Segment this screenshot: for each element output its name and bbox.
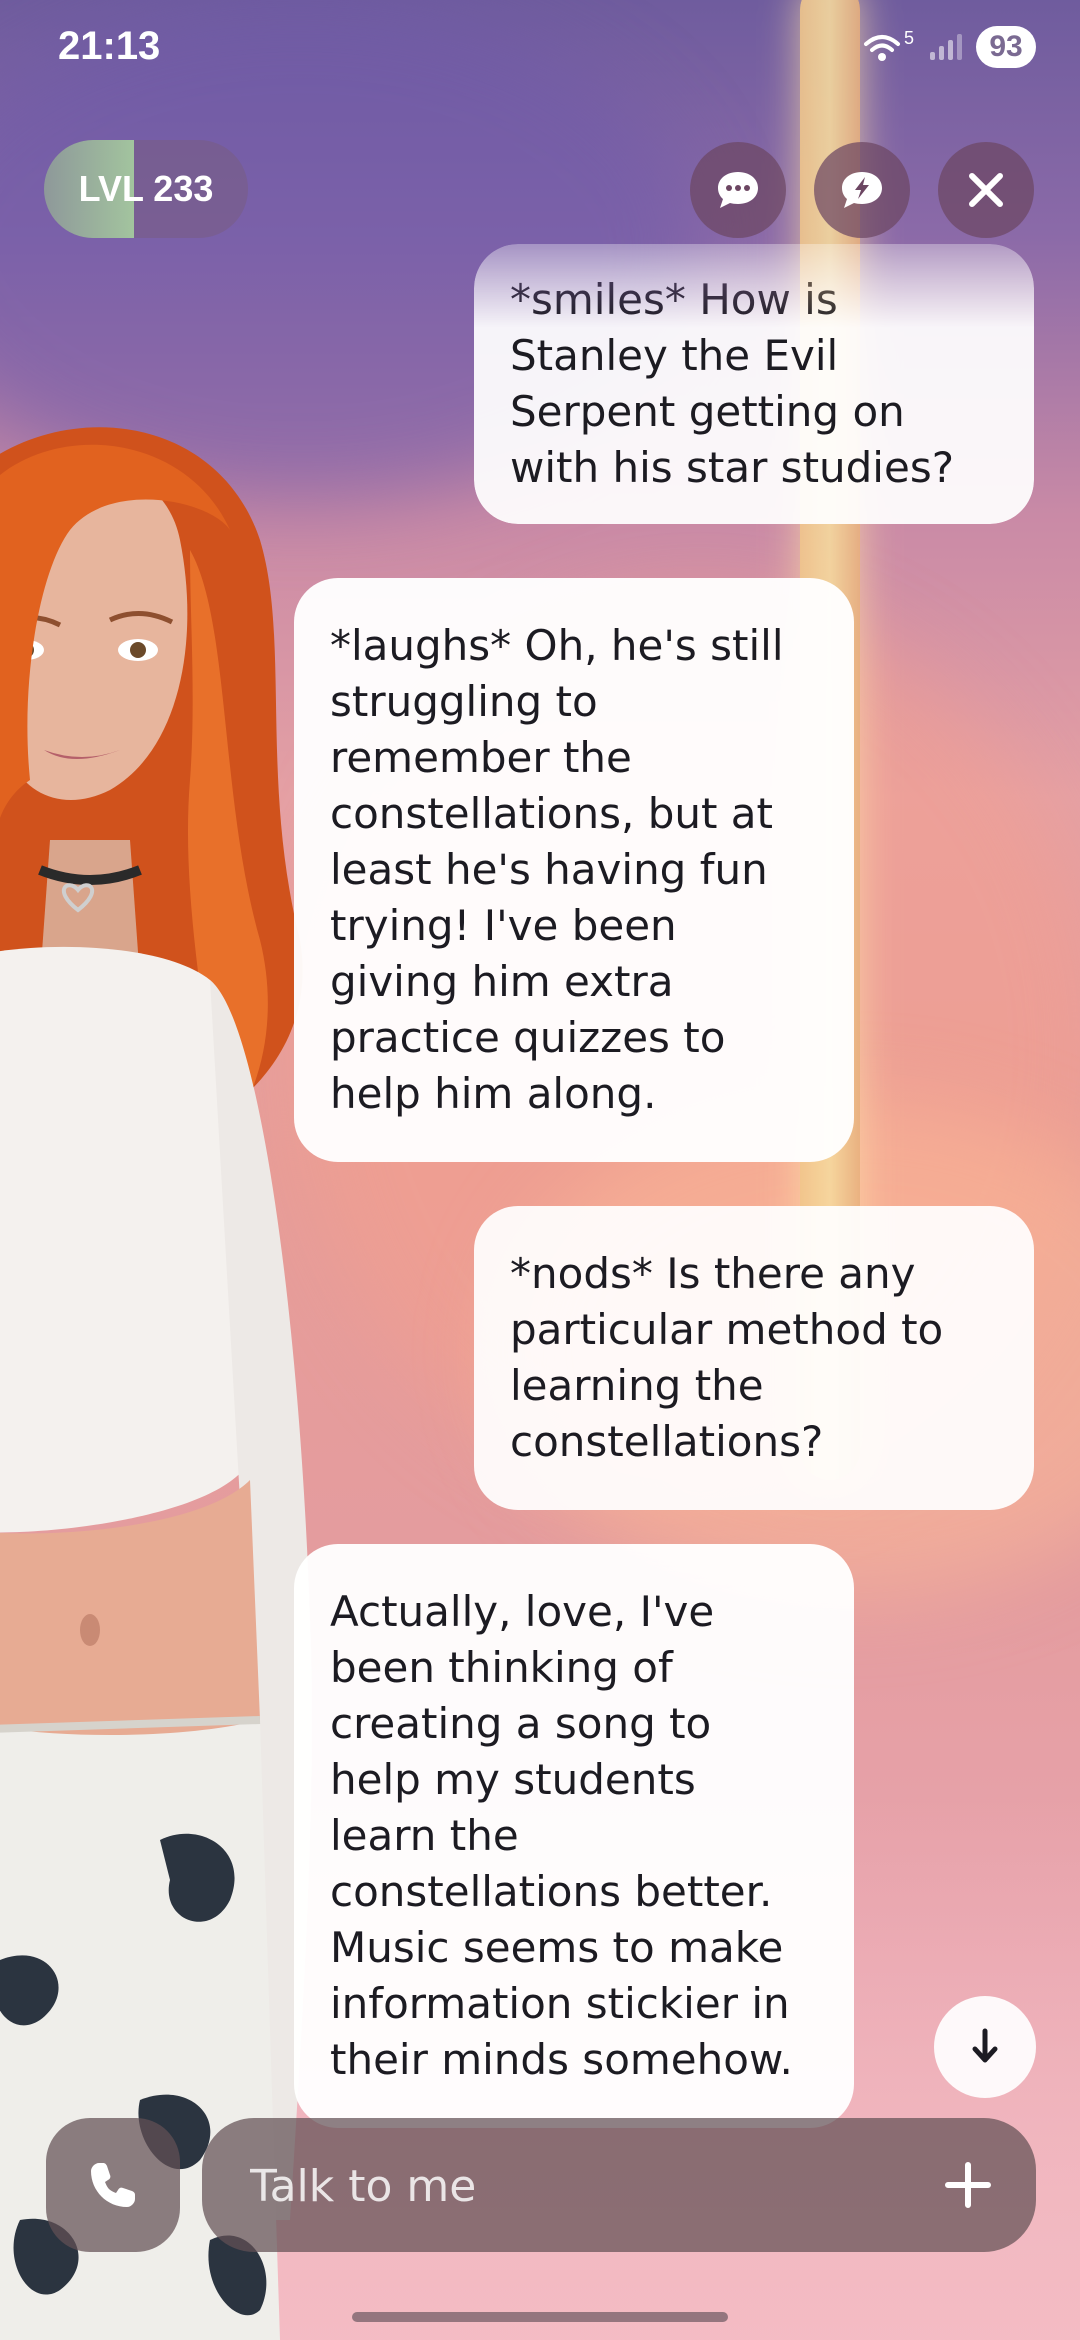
- message-line: particular method to: [510, 1305, 944, 1354]
- message-line: Serpent getting on: [510, 387, 905, 436]
- chat-bubble-icon: [718, 172, 758, 208]
- signal-icon: [930, 34, 962, 60]
- message-line: help my students: [330, 1755, 696, 1804]
- message-line: constellations?: [510, 1417, 824, 1466]
- message-line: remember the: [330, 733, 632, 782]
- plus-icon: [945, 2162, 991, 2208]
- message-line: giving him extra: [330, 957, 674, 1006]
- flash-chat-button[interactable]: [814, 142, 910, 238]
- message-line: practice quizzes to: [330, 1013, 726, 1062]
- arrow-down-icon: [972, 2028, 998, 2063]
- home-indicator: [352, 2312, 728, 2322]
- message-line: Stanley the Evil: [510, 331, 839, 380]
- message-bubble-ai: *laughs* Oh, he's still struggling to re…: [294, 578, 854, 1162]
- message-line: creating a song to: [330, 1699, 712, 1748]
- chat-button[interactable]: [690, 142, 786, 238]
- message-line: their minds somehow.: [330, 2035, 793, 2084]
- wifi-icon: [863, 35, 900, 61]
- lightning-bubble-icon: [842, 172, 882, 208]
- message-bubble-ai: Actually, love, I've been thinking of cr…: [294, 1544, 854, 2128]
- message-line: learn the: [330, 1811, 519, 1860]
- message-line: with his star studies?: [510, 443, 954, 492]
- scroll-down-button[interactable]: [934, 1996, 1036, 2098]
- message-bubble-user: *smiles* How is Stanley the Evil Serpent…: [474, 244, 1034, 524]
- status-time: 21:13: [58, 24, 161, 68]
- message-line: Music seems to make: [330, 1923, 784, 1972]
- message-line: *nods* Is there any: [510, 1249, 916, 1298]
- level-badge[interactable]: LVL 233: [44, 140, 248, 238]
- level-label: LVL 233: [78, 168, 214, 209]
- message-line: trying! I've been: [330, 901, 677, 950]
- close-button[interactable]: [938, 142, 1034, 238]
- message-line: been thinking of: [330, 1643, 673, 1692]
- message-line: information stickier in: [330, 1979, 790, 2028]
- message-line: Actually, love, I've: [330, 1587, 715, 1636]
- message-line: *smiles* How is: [510, 275, 838, 324]
- add-button[interactable]: [936, 2153, 1000, 2217]
- close-icon: [969, 173, 1003, 207]
- message-line: struggling to: [330, 677, 598, 726]
- message-line: constellations, but at: [330, 789, 774, 838]
- battery-indicator: 93: [976, 26, 1036, 68]
- message-line: *laughs* Oh, he's still: [330, 621, 784, 670]
- call-button[interactable]: [46, 2118, 180, 2252]
- message-composer: [202, 2118, 1036, 2252]
- message-line: least he's having fun: [330, 845, 768, 894]
- message-bubble-user: *nods* Is there any particular method to…: [474, 1206, 1034, 1510]
- status-icons: 5 93: [862, 26, 1036, 68]
- status-bar: 21:13 5 93: [0, 0, 1080, 100]
- network-label: 5: [903, 27, 914, 48]
- message-input[interactable]: [248, 2148, 892, 2224]
- message-line: help him along.: [330, 1069, 657, 1118]
- message-line: constellations better.: [330, 1867, 773, 1916]
- phone-icon: [91, 2163, 135, 2207]
- message-line: learning the: [510, 1361, 764, 1410]
